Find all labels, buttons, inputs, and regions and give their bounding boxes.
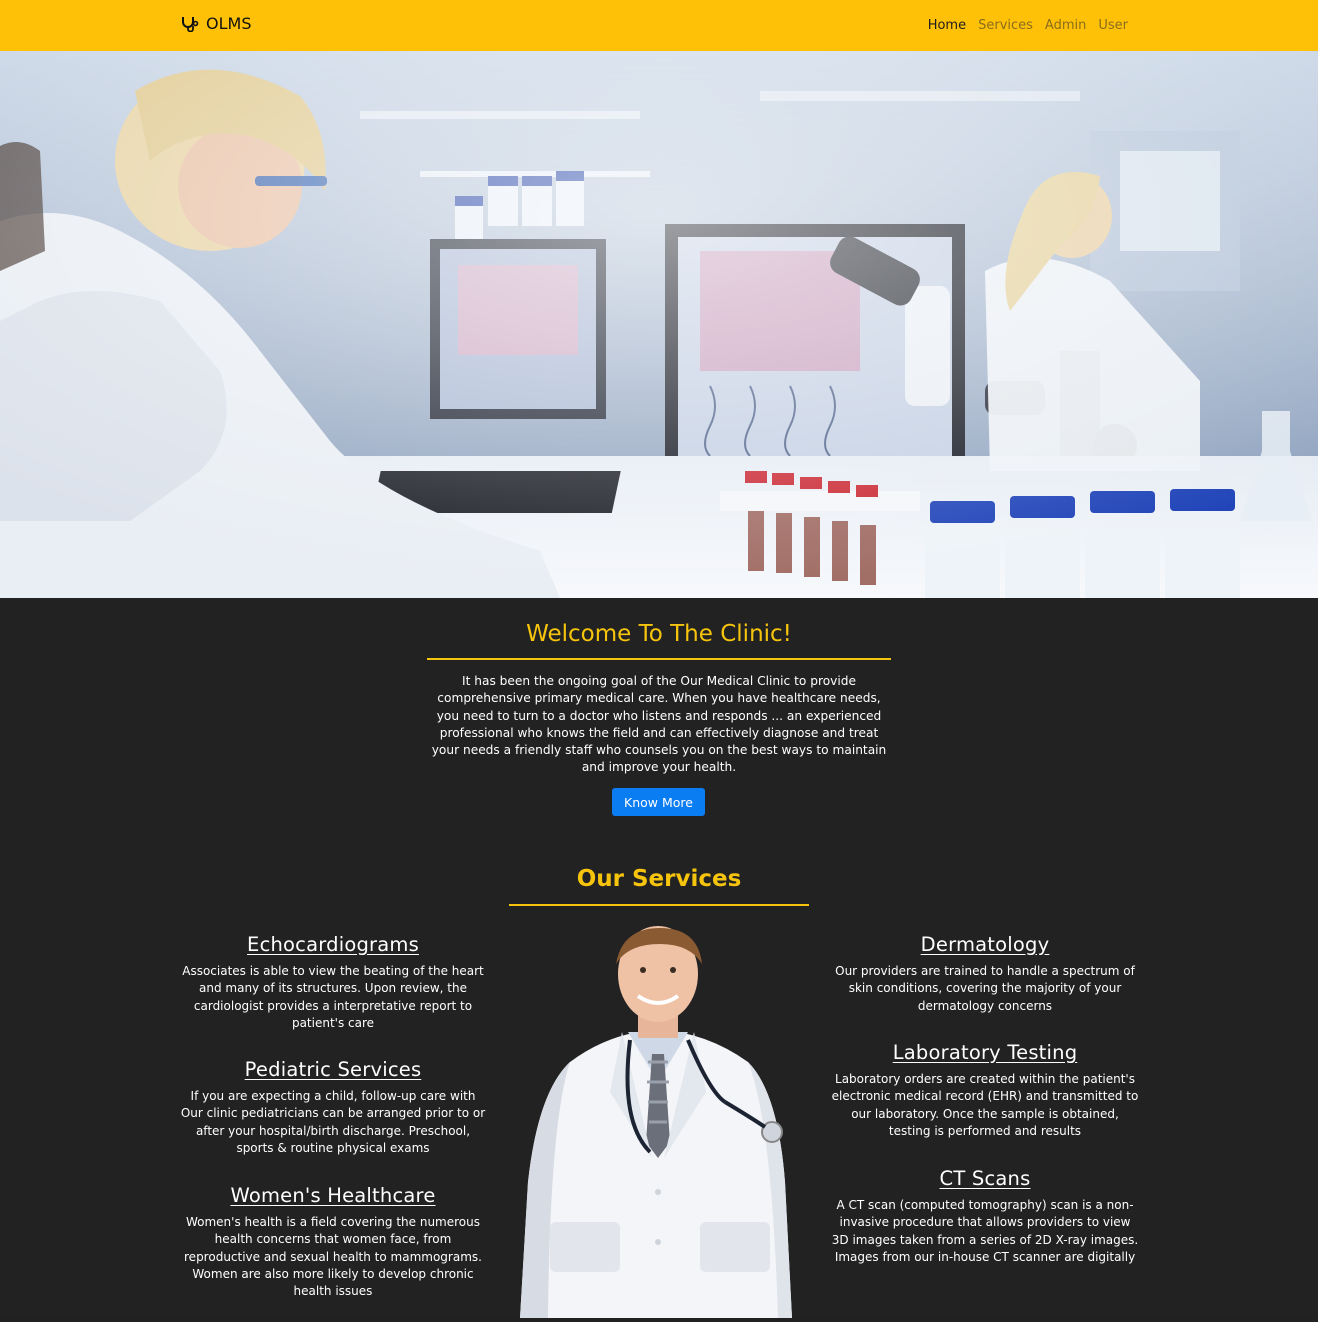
- service-text: Our providers are trained to handle a sp…: [835, 964, 1135, 1013]
- welcome-text: It has been the ongoing goal of the Our …: [431, 674, 887, 775]
- service-title[interactable]: Dermatology: [830, 933, 1140, 956]
- nav-admin[interactable]: Admin: [1045, 18, 1086, 33]
- welcome-divider: [427, 658, 891, 660]
- service-echocardiograms: Echocardiograms Associates is able to vi…: [178, 933, 488, 1032]
- service-text: A CT scan (computed tomography) scan is …: [831, 1198, 1139, 1264]
- service-text: Associates is able to view the beating o…: [182, 964, 484, 1030]
- service-text: Laboratory orders are created within the…: [831, 1072, 1139, 1138]
- service-title[interactable]: Pediatric Services: [178, 1058, 488, 1081]
- service-text: Women's health is a field covering the n…: [184, 1215, 482, 1299]
- service-title[interactable]: CT Scans: [830, 1167, 1140, 1190]
- service-pediatric: Pediatric Services If you are expecting …: [178, 1058, 488, 1157]
- service-laboratory-testing: Laboratory Testing Laboratory orders are…: [830, 1041, 1140, 1140]
- brand-name: OLMS: [206, 14, 252, 33]
- service-title[interactable]: Women's Healthcare: [178, 1184, 488, 1207]
- know-more-button[interactable]: Know More: [612, 788, 705, 816]
- services-title: Our Services: [576, 866, 742, 892]
- service-dermatology: Dermatology Our providers are trained to…: [830, 933, 1140, 1015]
- nav-services[interactable]: Services: [978, 18, 1033, 33]
- nav-user[interactable]: User: [1098, 18, 1128, 33]
- service-text: If you are expecting a child, follow-up …: [180, 1089, 486, 1155]
- service-title[interactable]: Laboratory Testing: [830, 1041, 1140, 1064]
- stethoscope-icon: [181, 16, 199, 32]
- nav-menu: Home Services Admin User: [928, 18, 1128, 33]
- service-title[interactable]: Echocardiograms: [178, 933, 488, 956]
- doctor-image: [510, 922, 807, 1318]
- brand-link[interactable]: OLMS: [181, 14, 251, 33]
- nav-home[interactable]: Home: [928, 18, 966, 33]
- service-ct-scans: CT Scans A CT scan (computed tomography)…: [830, 1167, 1140, 1266]
- navbar: OLMS Home Services Admin User: [0, 0, 1318, 51]
- services-divider: [509, 904, 809, 906]
- service-womens-healthcare: Women's Healthcare Women's health is a f…: [178, 1184, 488, 1300]
- hero-image: [0, 51, 1318, 598]
- welcome-title: Welcome To The Clinic!: [526, 621, 792, 647]
